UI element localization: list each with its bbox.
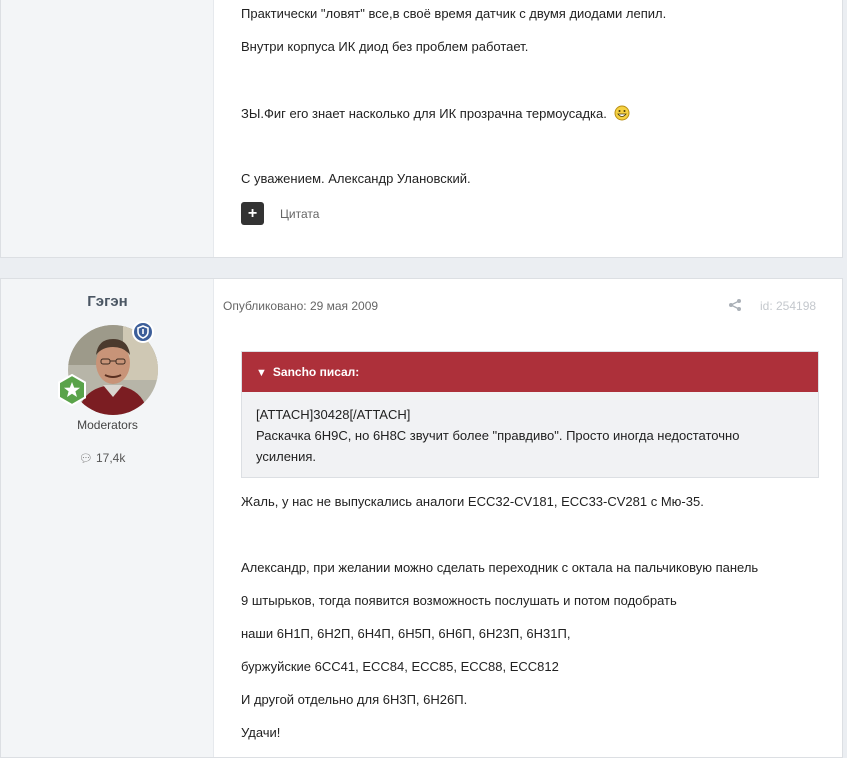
post-text-line: буржуйские 6СС41, ЕСС84, ЕСС85, ЕСС88, Е… bbox=[241, 659, 559, 674]
author-sidebar bbox=[1, 0, 214, 257]
forum-post: Гэгэн Moderators 💬︎ 17,4k Опубликовано: … bbox=[0, 278, 843, 758]
post-count: 💬︎ 17,4k bbox=[79, 451, 126, 465]
post-text-line: 9 штырьков, тогда появится возможность п… bbox=[241, 593, 677, 608]
post-content: Жаль, у нас не выпускались аналоги ЕСС32… bbox=[241, 279, 818, 757]
grin-emoji-icon bbox=[614, 105, 630, 124]
shield-icon bbox=[132, 321, 154, 343]
post-text-line: ЗЫ.Фиг его знает насколько для ИК прозра… bbox=[241, 105, 630, 124]
forum-post: Практически "ловят" все,в своё время дат… bbox=[0, 0, 843, 258]
post-text-line: Удачи! bbox=[241, 725, 281, 740]
post-text-line: Жаль, у нас не выпускались аналоги ЕСС32… bbox=[241, 494, 704, 509]
post-text-line: Практически "ловят" все,в своё время дат… bbox=[241, 6, 667, 21]
comment-icon: 💬︎ bbox=[79, 453, 93, 465]
author-avatar-container bbox=[58, 321, 158, 415]
post-text-line: Внутри корпуса ИК диод без проблем работ… bbox=[241, 39, 529, 54]
post-content: Практически "ловят" все,в своё время дат… bbox=[241, 0, 818, 257]
quote-button[interactable]: + bbox=[241, 202, 264, 225]
post-text-line: С уважением. Александр Улановский. bbox=[241, 171, 471, 186]
quote-button-label[interactable]: Цитата bbox=[280, 207, 319, 221]
star-badge-icon bbox=[56, 373, 88, 407]
author-role: Moderators bbox=[77, 418, 138, 432]
post-text-line: наши 6Н1П, 6Н2П, 6Н4П, 6Н5П, 6Н6П, 6Н23П… bbox=[241, 626, 571, 641]
plus-icon: + bbox=[247, 205, 258, 222]
author-name[interactable]: Гэгэн bbox=[1, 293, 214, 310]
post-text-line: Александр, при желании можно сделать пер… bbox=[241, 560, 759, 575]
post-text-line: И другой отдельно для 6Н3П, 6Н26П. bbox=[241, 692, 468, 707]
author-sidebar: Гэгэн Moderators 💬︎ 17,4k bbox=[1, 279, 214, 757]
